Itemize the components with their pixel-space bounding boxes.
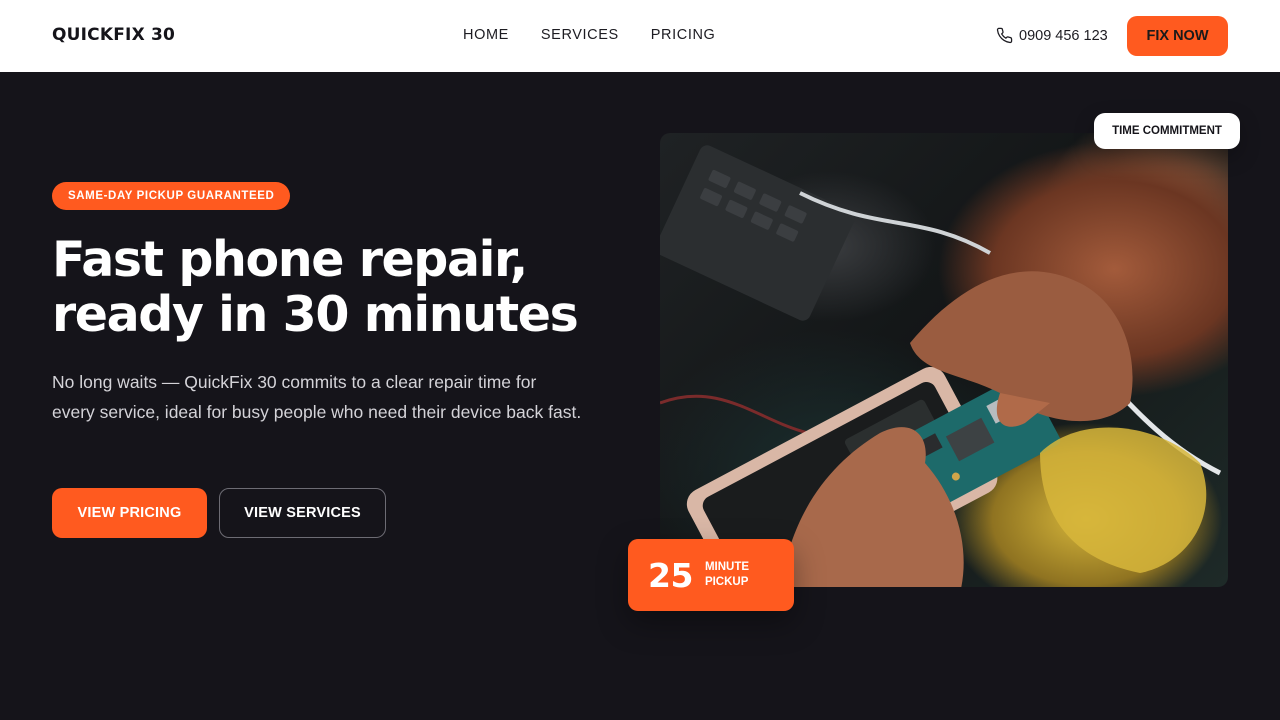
nav-services[interactable]: SERVICES <box>541 27 619 43</box>
phone-link[interactable]: 0909 456 123 <box>996 27 1108 44</box>
nav-pricing[interactable]: PRICING <box>651 27 716 43</box>
time-commitment-tag: TIME COMMITMENT <box>1094 113 1240 149</box>
view-services-button[interactable]: VIEW SERVICES <box>219 488 386 538</box>
headline-line-1: Fast phone repair, <box>52 231 528 288</box>
repair-photo <box>660 133 1228 587</box>
pickup-stat-label: MINUTE PICKUP <box>705 560 749 590</box>
phone-number: 0909 456 123 <box>1019 27 1108 44</box>
pickup-stat-card: 25 MINUTE PICKUP <box>628 539 794 611</box>
repair-photo-illustration <box>660 145 1222 587</box>
pickup-stat-label-line-1: MINUTE <box>704 561 750 573</box>
nav-home[interactable]: HOME <box>463 27 509 43</box>
view-pricing-button[interactable]: VIEW PRICING <box>52 488 207 538</box>
phone-icon <box>996 27 1013 44</box>
pickup-stat-label-line-2: PICKUP <box>704 576 749 588</box>
pickup-badge: SAME-DAY PICKUP GUARANTEED <box>52 182 291 210</box>
hero-headline: Fast phone repair, ready in 30 minutes <box>52 232 612 342</box>
headline-line-2: ready in 30 minutes <box>52 286 579 343</box>
logo[interactable]: QUICKFIX 30 <box>52 25 175 45</box>
main-nav: HOME SERVICES PRICING <box>463 27 715 43</box>
site-header: QUICKFIX 30 HOME SERVICES PRICING 0909 4… <box>0 0 1280 72</box>
fix-now-button[interactable]: FIX NOW <box>1127 16 1228 56</box>
hero-description: No long waits — QuickFix 30 commits to a… <box>52 372 582 422</box>
pickup-stat-number: 25 <box>648 555 693 595</box>
